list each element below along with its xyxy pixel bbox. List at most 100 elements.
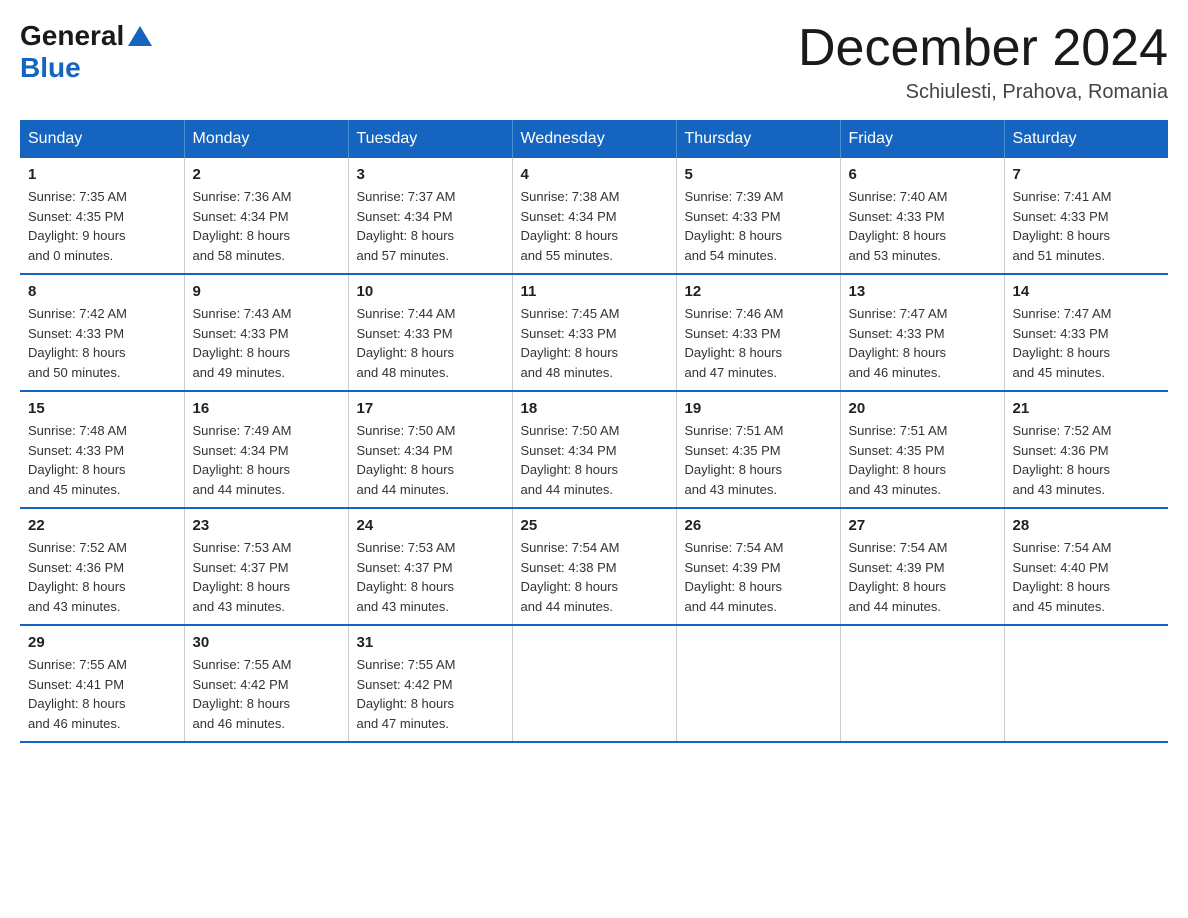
day-number: 19 (685, 400, 832, 417)
calendar-cell: 26 Sunrise: 7:54 AMSunset: 4:39 PMDaylig… (676, 508, 840, 625)
calendar-cell (676, 625, 840, 742)
calendar-cell: 14 Sunrise: 7:47 AMSunset: 4:33 PMDaylig… (1004, 274, 1168, 391)
calendar-cell: 8 Sunrise: 7:42 AMSunset: 4:33 PMDayligh… (20, 274, 184, 391)
day-info: Sunrise: 7:51 AMSunset: 4:35 PMDaylight:… (849, 421, 996, 499)
calendar-cell: 27 Sunrise: 7:54 AMSunset: 4:39 PMDaylig… (840, 508, 1004, 625)
day-number: 15 (28, 400, 176, 417)
calendar-cell: 6 Sunrise: 7:40 AMSunset: 4:33 PMDayligh… (840, 158, 1004, 274)
day-info: Sunrise: 7:41 AMSunset: 4:33 PMDaylight:… (1013, 187, 1161, 265)
day-number: 1 (28, 166, 176, 183)
day-info: Sunrise: 7:54 AMSunset: 4:39 PMDaylight:… (685, 538, 832, 616)
calendar-week-row: 29 Sunrise: 7:55 AMSunset: 4:41 PMDaylig… (20, 625, 1168, 742)
day-number: 13 (849, 283, 996, 300)
day-number: 26 (685, 517, 832, 534)
day-number: 10 (357, 283, 504, 300)
day-info: Sunrise: 7:49 AMSunset: 4:34 PMDaylight:… (193, 421, 340, 499)
day-number: 24 (357, 517, 504, 534)
day-info: Sunrise: 7:35 AMSunset: 4:35 PMDaylight:… (28, 187, 176, 265)
day-number: 4 (521, 166, 668, 183)
page-header: General Blue December 2024 Schiulesti, P… (20, 20, 1168, 104)
calendar-cell: 15 Sunrise: 7:48 AMSunset: 4:33 PMDaylig… (20, 391, 184, 508)
header-friday: Friday (840, 120, 1004, 158)
calendar-cell (840, 625, 1004, 742)
day-info: Sunrise: 7:39 AMSunset: 4:33 PMDaylight:… (685, 187, 832, 265)
day-info: Sunrise: 7:50 AMSunset: 4:34 PMDaylight:… (357, 421, 504, 499)
day-number: 8 (28, 283, 176, 300)
header-saturday: Saturday (1004, 120, 1168, 158)
calendar-table: SundayMondayTuesdayWednesdayThursdayFrid… (20, 120, 1168, 743)
day-info: Sunrise: 7:52 AMSunset: 4:36 PMDaylight:… (1013, 421, 1161, 499)
day-number: 3 (357, 166, 504, 183)
header-wednesday: Wednesday (512, 120, 676, 158)
location: Schiulesti, Prahova, Romania (798, 81, 1168, 104)
header-monday: Monday (184, 120, 348, 158)
day-number: 5 (685, 166, 832, 183)
calendar-cell: 3 Sunrise: 7:37 AMSunset: 4:34 PMDayligh… (348, 158, 512, 274)
calendar-cell: 4 Sunrise: 7:38 AMSunset: 4:34 PMDayligh… (512, 158, 676, 274)
day-number: 17 (357, 400, 504, 417)
calendar-week-row: 8 Sunrise: 7:42 AMSunset: 4:33 PMDayligh… (20, 274, 1168, 391)
day-number: 28 (1013, 517, 1161, 534)
logo: General Blue (20, 20, 154, 84)
calendar-cell: 20 Sunrise: 7:51 AMSunset: 4:35 PMDaylig… (840, 391, 1004, 508)
day-number: 7 (1013, 166, 1161, 183)
day-number: 21 (1013, 400, 1161, 417)
calendar-cell: 9 Sunrise: 7:43 AMSunset: 4:33 PMDayligh… (184, 274, 348, 391)
logo-blue: Blue (20, 52, 81, 84)
calendar-cell: 28 Sunrise: 7:54 AMSunset: 4:40 PMDaylig… (1004, 508, 1168, 625)
day-info: Sunrise: 7:44 AMSunset: 4:33 PMDaylight:… (357, 304, 504, 382)
calendar-cell: 1 Sunrise: 7:35 AMSunset: 4:35 PMDayligh… (20, 158, 184, 274)
day-number: 20 (849, 400, 996, 417)
calendar-week-row: 1 Sunrise: 7:35 AMSunset: 4:35 PMDayligh… (20, 158, 1168, 274)
day-info: Sunrise: 7:47 AMSunset: 4:33 PMDaylight:… (1013, 304, 1161, 382)
header-thursday: Thursday (676, 120, 840, 158)
logo-general: General (20, 20, 124, 52)
day-number: 27 (849, 517, 996, 534)
calendar-cell (512, 625, 676, 742)
calendar-cell: 18 Sunrise: 7:50 AMSunset: 4:34 PMDaylig… (512, 391, 676, 508)
calendar-week-row: 22 Sunrise: 7:52 AMSunset: 4:36 PMDaylig… (20, 508, 1168, 625)
calendar-cell: 22 Sunrise: 7:52 AMSunset: 4:36 PMDaylig… (20, 508, 184, 625)
day-number: 25 (521, 517, 668, 534)
calendar-cell: 11 Sunrise: 7:45 AMSunset: 4:33 PMDaylig… (512, 274, 676, 391)
day-number: 30 (193, 634, 340, 651)
header-tuesday: Tuesday (348, 120, 512, 158)
day-number: 6 (849, 166, 996, 183)
title-block: December 2024 Schiulesti, Prahova, Roman… (798, 20, 1168, 104)
calendar-cell: 2 Sunrise: 7:36 AMSunset: 4:34 PMDayligh… (184, 158, 348, 274)
calendar-cell: 17 Sunrise: 7:50 AMSunset: 4:34 PMDaylig… (348, 391, 512, 508)
day-info: Sunrise: 7:40 AMSunset: 4:33 PMDaylight:… (849, 187, 996, 265)
calendar-cell: 23 Sunrise: 7:53 AMSunset: 4:37 PMDaylig… (184, 508, 348, 625)
day-number: 18 (521, 400, 668, 417)
day-info: Sunrise: 7:45 AMSunset: 4:33 PMDaylight:… (521, 304, 668, 382)
calendar-cell: 10 Sunrise: 7:44 AMSunset: 4:33 PMDaylig… (348, 274, 512, 391)
day-number: 11 (521, 283, 668, 300)
day-number: 9 (193, 283, 340, 300)
day-info: Sunrise: 7:51 AMSunset: 4:35 PMDaylight:… (685, 421, 832, 499)
calendar-cell: 19 Sunrise: 7:51 AMSunset: 4:35 PMDaylig… (676, 391, 840, 508)
day-info: Sunrise: 7:42 AMSunset: 4:33 PMDaylight:… (28, 304, 176, 382)
day-info: Sunrise: 7:55 AMSunset: 4:42 PMDaylight:… (357, 655, 504, 733)
day-info: Sunrise: 7:36 AMSunset: 4:34 PMDaylight:… (193, 187, 340, 265)
day-info: Sunrise: 7:53 AMSunset: 4:37 PMDaylight:… (193, 538, 340, 616)
day-info: Sunrise: 7:47 AMSunset: 4:33 PMDaylight:… (849, 304, 996, 382)
calendar-cell: 16 Sunrise: 7:49 AMSunset: 4:34 PMDaylig… (184, 391, 348, 508)
calendar-cell: 7 Sunrise: 7:41 AMSunset: 4:33 PMDayligh… (1004, 158, 1168, 274)
calendar-cell (1004, 625, 1168, 742)
calendar-cell: 31 Sunrise: 7:55 AMSunset: 4:42 PMDaylig… (348, 625, 512, 742)
day-info: Sunrise: 7:46 AMSunset: 4:33 PMDaylight:… (685, 304, 832, 382)
calendar-cell: 30 Sunrise: 7:55 AMSunset: 4:42 PMDaylig… (184, 625, 348, 742)
day-info: Sunrise: 7:43 AMSunset: 4:33 PMDaylight:… (193, 304, 340, 382)
day-number: 29 (28, 634, 176, 651)
day-info: Sunrise: 7:54 AMSunset: 4:39 PMDaylight:… (849, 538, 996, 616)
day-info: Sunrise: 7:55 AMSunset: 4:42 PMDaylight:… (193, 655, 340, 733)
day-info: Sunrise: 7:54 AMSunset: 4:38 PMDaylight:… (521, 538, 668, 616)
day-info: Sunrise: 7:37 AMSunset: 4:34 PMDaylight:… (357, 187, 504, 265)
calendar-cell: 5 Sunrise: 7:39 AMSunset: 4:33 PMDayligh… (676, 158, 840, 274)
month-title: December 2024 (798, 20, 1168, 77)
logo-triangle-icon (126, 22, 154, 50)
day-number: 2 (193, 166, 340, 183)
calendar-cell: 25 Sunrise: 7:54 AMSunset: 4:38 PMDaylig… (512, 508, 676, 625)
header-sunday: Sunday (20, 120, 184, 158)
day-info: Sunrise: 7:55 AMSunset: 4:41 PMDaylight:… (28, 655, 176, 733)
